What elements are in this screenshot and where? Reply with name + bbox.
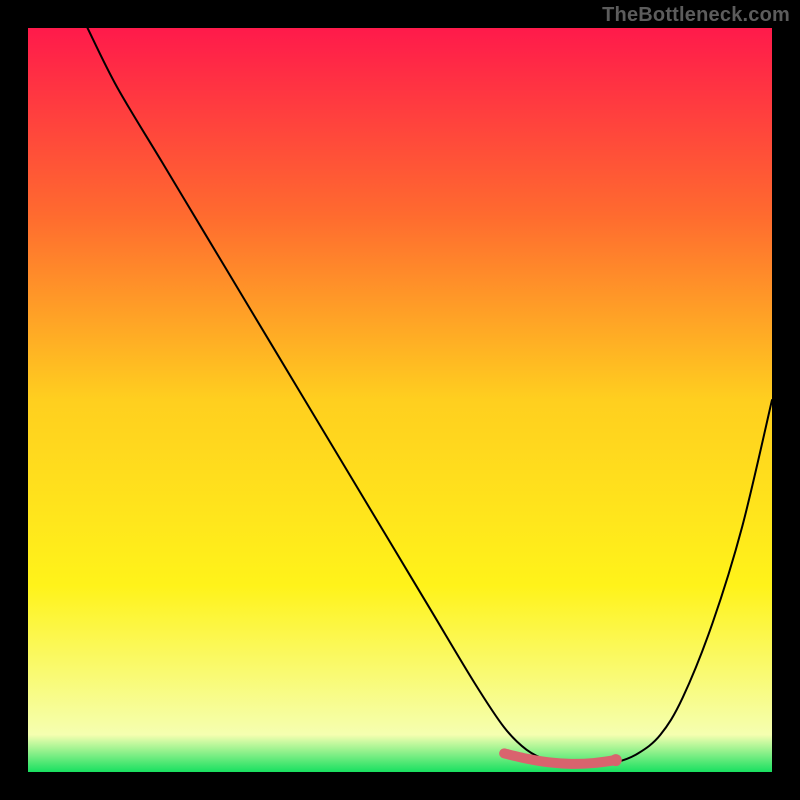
plot-area [28, 28, 772, 772]
chart-root: TheBottleneck.com [0, 0, 800, 800]
chart-overlay [28, 28, 772, 772]
optimal-end-dot [610, 754, 622, 766]
optimal-highlight [504, 753, 616, 763]
bottleneck-curve [88, 28, 772, 765]
watermark-text: TheBottleneck.com [602, 4, 790, 27]
